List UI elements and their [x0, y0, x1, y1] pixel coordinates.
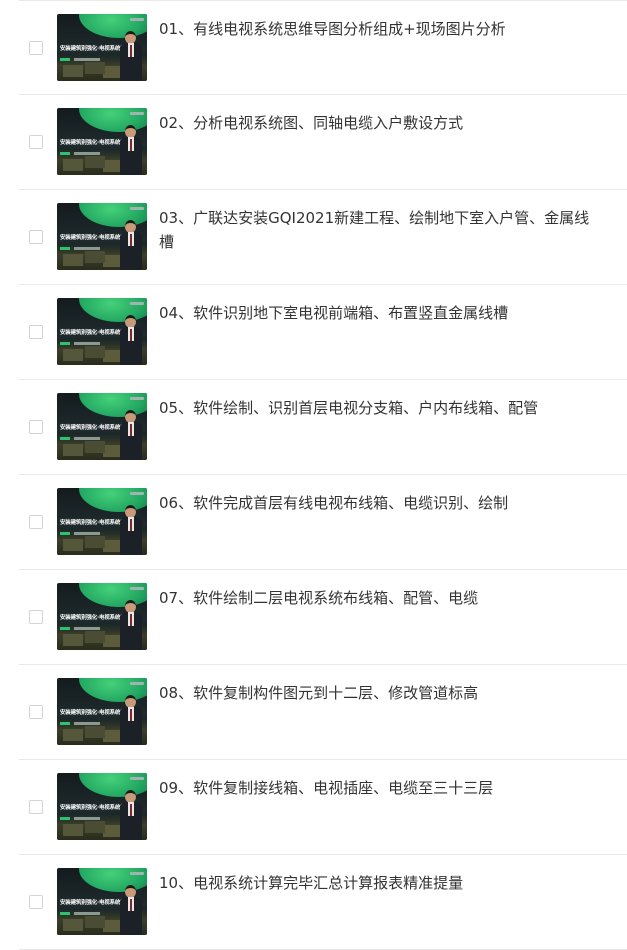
thumbnail-caption: 安装建筑别强化·电视系统篇: [60, 140, 126, 146]
lesson-thumbnail[interactable]: 安装建筑别强化·电视系统篇: [57, 298, 147, 365]
thumbnail-caption: 安装建筑别强化·电视系统篇: [60, 46, 126, 52]
lesson-thumbnail[interactable]: 安装建筑别强化·电视系统篇: [57, 773, 147, 840]
lesson-title[interactable]: 01、有线电视系统思维导图分析组成+现场图片分析: [159, 17, 599, 41]
list-item[interactable]: 安装建筑别强化·电视系统篇 03、广联达安装GQI2021新建工程、绘制地下室入…: [19, 190, 627, 285]
lesson-title[interactable]: 10、电视系统计算完毕汇总计算报表精准提量: [159, 871, 599, 895]
instructor-figure: [120, 885, 142, 935]
lesson-checkbox[interactable]: [29, 895, 43, 909]
thumbnail-caption: 安装建筑别强化·电视系统篇: [60, 805, 126, 811]
list-item[interactable]: 安装建筑别强化·电视系统篇 09、软件复制接线箱、电视插座、电缆至三十三层: [19, 760, 627, 855]
instructor-figure: [120, 315, 142, 365]
list-item[interactable]: 安装建筑别强化·电视系统篇 06、软件完成首层有线电视布线箱、电缆识别、绘制: [19, 475, 627, 570]
lesson-checkbox[interactable]: [29, 515, 43, 529]
list-item[interactable]: 安装建筑别强化·电视系统篇 04、软件识别地下室电视前端箱、布置竖直金属线槽: [19, 285, 627, 380]
thumbnail-caption: 安装建筑别强化·电视系统篇: [60, 615, 126, 621]
lesson-title[interactable]: 07、软件绘制二层电视系统布线箱、配管、电缆: [159, 586, 599, 610]
lesson-title[interactable]: 05、软件绘制、识别首层电视分支箱、户内布线箱、配管: [159, 396, 599, 420]
list-item[interactable]: 安装建筑别强化·电视系统篇 05、软件绘制、识别首层电视分支箱、户内布线箱、配管: [19, 380, 627, 475]
lesson-checkbox[interactable]: [29, 325, 43, 339]
lesson-title[interactable]: 09、软件复制接线箱、电视插座、电缆至三十三层: [159, 776, 599, 800]
lesson-title[interactable]: 02、分析电视系统图、同轴电缆入户敷设方式: [159, 111, 599, 135]
lesson-thumbnail[interactable]: 安装建筑别强化·电视系统篇: [57, 868, 147, 935]
list-item[interactable]: 安装建筑别强化·电视系统篇 10、电视系统计算完毕汇总计算报表精准提量: [19, 855, 627, 950]
lesson-checkbox[interactable]: [29, 420, 43, 434]
list-item[interactable]: 安装建筑别强化·电视系统篇 01、有线电视系统思维导图分析组成+现场图片分析: [19, 0, 627, 95]
lesson-title[interactable]: 08、软件复制构件图元到十二层、修改管道标高: [159, 681, 599, 705]
thumbnail-caption: 安装建筑别强化·电视系统篇: [60, 235, 126, 241]
instructor-figure: [120, 790, 142, 840]
thumbnail-caption: 安装建筑别强化·电视系统篇: [60, 520, 126, 526]
instructor-figure: [120, 695, 142, 745]
instructor-figure: [120, 31, 142, 81]
instructor-figure: [120, 505, 142, 555]
lesson-checkbox[interactable]: [29, 135, 43, 149]
list-item[interactable]: 安装建筑别强化·电视系统篇 02、分析电视系统图、同轴电缆入户敷设方式: [19, 95, 627, 190]
instructor-figure: [120, 600, 142, 650]
lesson-checkbox[interactable]: [29, 610, 43, 624]
lesson-list: 安装建筑别强化·电视系统篇 01、有线电视系统思维导图分析组成+现场图片分析 安…: [0, 0, 627, 950]
lesson-title[interactable]: 04、软件识别地下室电视前端箱、布置竖直金属线槽: [159, 301, 599, 325]
lesson-thumbnail[interactable]: 安装建筑别强化·电视系统篇: [57, 14, 147, 81]
lesson-thumbnail[interactable]: 安装建筑别强化·电视系统篇: [57, 393, 147, 460]
thumbnail-caption: 安装建筑别强化·电视系统篇: [60, 425, 126, 431]
instructor-figure: [120, 125, 142, 175]
lesson-thumbnail[interactable]: 安装建筑别强化·电视系统篇: [57, 488, 147, 555]
instructor-figure: [120, 220, 142, 270]
lesson-thumbnail[interactable]: 安装建筑别强化·电视系统篇: [57, 108, 147, 175]
lesson-checkbox[interactable]: [29, 41, 43, 55]
lesson-thumbnail[interactable]: 安装建筑别强化·电视系统篇: [57, 583, 147, 650]
thumbnail-caption: 安装建筑别强化·电视系统篇: [60, 330, 126, 336]
lesson-checkbox[interactable]: [29, 705, 43, 719]
lesson-thumbnail[interactable]: 安装建筑别强化·电视系统篇: [57, 678, 147, 745]
instructor-figure: [120, 410, 142, 460]
lesson-checkbox[interactable]: [29, 230, 43, 244]
list-item[interactable]: 安装建筑别强化·电视系统篇 07、软件绘制二层电视系统布线箱、配管、电缆: [19, 570, 627, 665]
list-item[interactable]: 安装建筑别强化·电视系统篇 08、软件复制构件图元到十二层、修改管道标高: [19, 665, 627, 760]
lesson-checkbox[interactable]: [29, 800, 43, 814]
lesson-title[interactable]: 03、广联达安装GQI2021新建工程、绘制地下室入户管、金属线槽: [159, 206, 599, 254]
lesson-thumbnail[interactable]: 安装建筑别强化·电视系统篇: [57, 203, 147, 270]
thumbnail-caption: 安装建筑别强化·电视系统篇: [60, 710, 126, 716]
thumbnail-caption: 安装建筑别强化·电视系统篇: [60, 900, 126, 906]
lesson-title[interactable]: 06、软件完成首层有线电视布线箱、电缆识别、绘制: [159, 491, 599, 515]
